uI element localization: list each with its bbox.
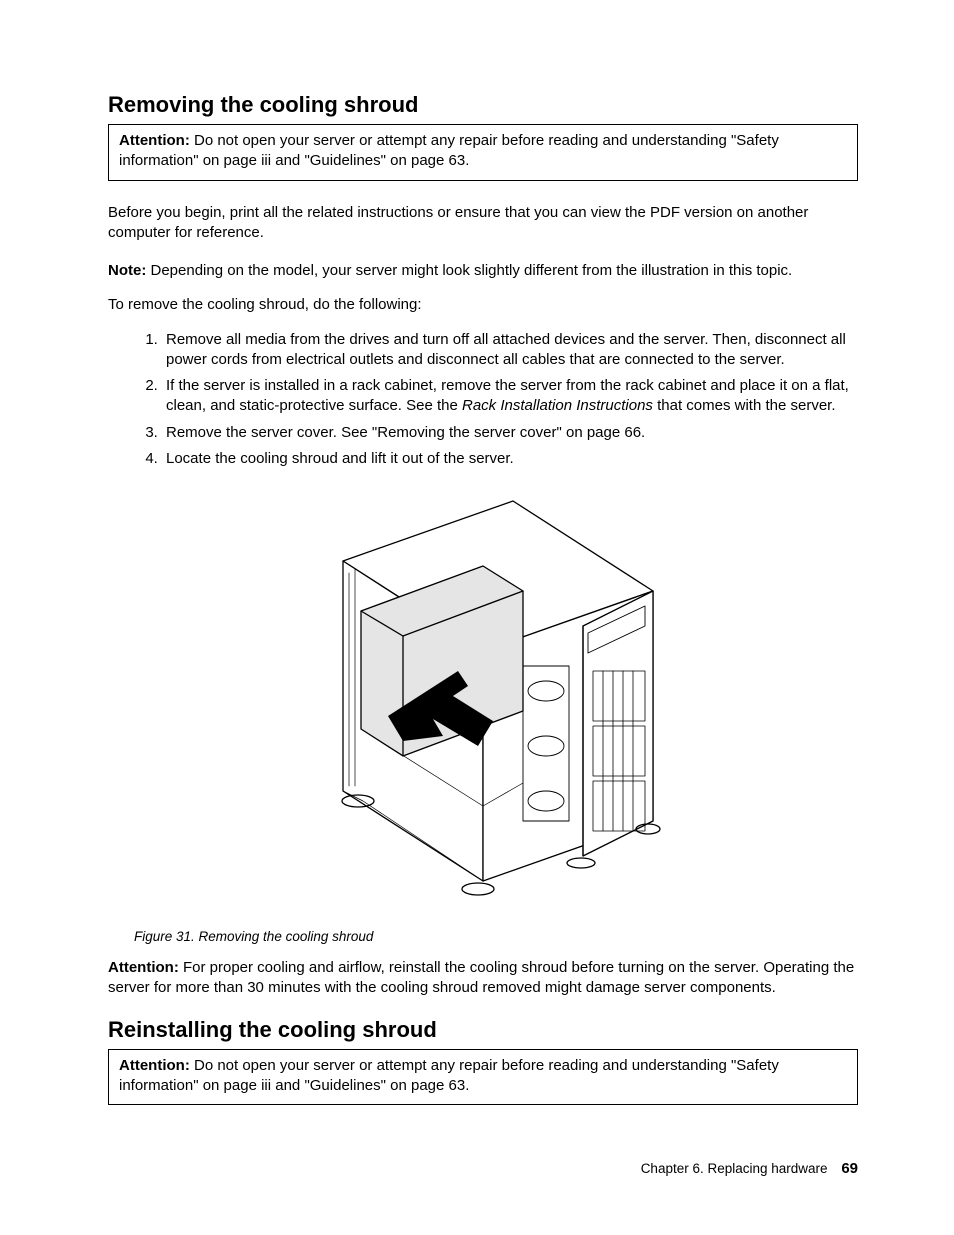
note-text: Depending on the model, your server migh… <box>146 262 792 279</box>
step-1: Remove all media from the drives and tur… <box>162 330 858 371</box>
page-number: 69 <box>841 1160 858 1177</box>
steps-list: Remove all media from the drives and tur… <box>108 330 858 470</box>
attention-box-2: Attention: Do not open your server or at… <box>108 1049 858 1106</box>
section-heading-removing: Removing the cooling shroud <box>108 92 858 118</box>
step-2: If the server is installed in a rack cab… <box>162 376 858 417</box>
note-label: Note: <box>108 262 146 279</box>
figure-31 <box>108 491 858 915</box>
attention-box-1: Attention: Do not open your server or at… <box>108 124 858 181</box>
server-illustration <box>283 491 683 911</box>
step-3: Remove the server cover. See "Removing t… <box>162 423 858 443</box>
attention-label-2: Attention: <box>108 959 179 976</box>
attention-label: Attention: <box>119 132 190 149</box>
figure-caption: Figure 31. Removing the cooling shroud <box>134 929 858 944</box>
rack-instructions-ref: Rack Installation Instructions <box>462 397 653 414</box>
post-figure-attention: Attention: For proper cooling and airflo… <box>108 958 858 999</box>
section-heading-reinstalling: Reinstalling the cooling shroud <box>108 1017 858 1043</box>
attention-text: Do not open your server or attempt any r… <box>119 132 779 169</box>
step-4: Locate the cooling shroud and lift it ou… <box>162 449 858 469</box>
lead-in: To remove the cooling shroud, do the fol… <box>108 295 858 315</box>
page-footer: Chapter 6. Replacing hardware 69 <box>641 1160 858 1177</box>
chapter-label: Chapter 6. Replacing hardware <box>641 1161 828 1176</box>
intro-paragraph: Before you begin, print all the related … <box>108 203 858 244</box>
attention-label-3: Attention: <box>119 1057 190 1074</box>
note-paragraph: Note: Depending on the model, your serve… <box>108 261 858 281</box>
attention-text-2: For proper cooling and airflow, reinstal… <box>108 959 854 996</box>
attention-text-3: Do not open your server or attempt any r… <box>119 1057 779 1094</box>
